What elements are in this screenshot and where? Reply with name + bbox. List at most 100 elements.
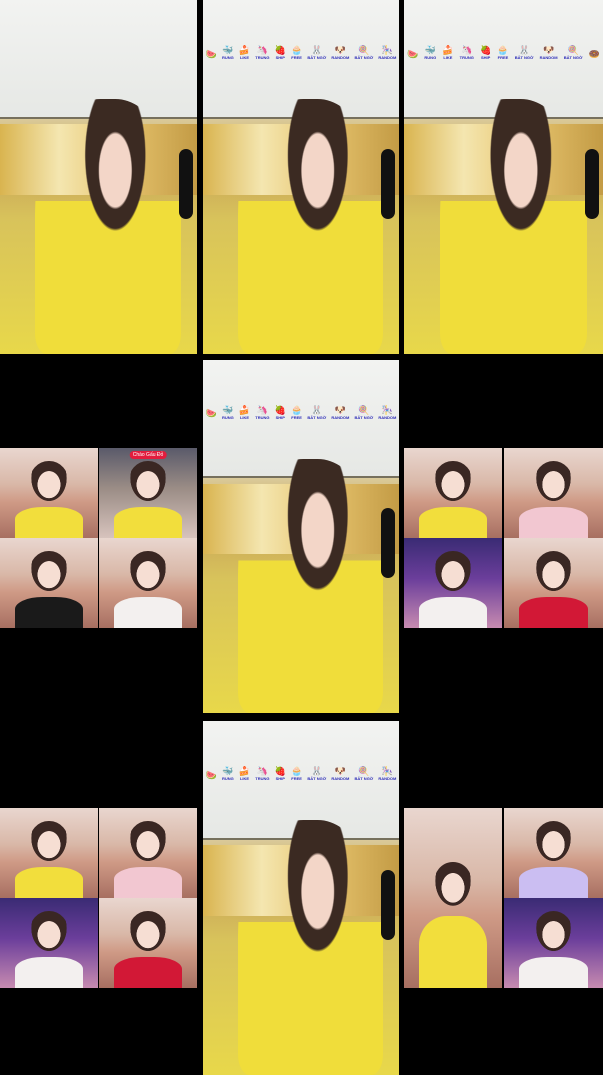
streamer [238, 458, 384, 713]
guest-tile[interactable] [99, 808, 197, 898]
sticker-icon: 🐳 RUNG [424, 45, 437, 61]
guest-tile[interactable] [404, 538, 502, 628]
guest-body [418, 507, 488, 538]
guest-tile[interactable]: Chào Gấu Đỏ [99, 448, 197, 538]
stream-background [0, 0, 197, 354]
guest-body [113, 867, 183, 898]
sticker-icon: 🐶 RANDOM [539, 45, 558, 61]
multi-guest-grid-left-bottom[interactable] [0, 808, 197, 988]
guest-face [29, 550, 69, 594]
sticker-icon: 🍭 BẤT NGỜ [563, 45, 583, 61]
stream-tile-3[interactable]: 🍉 🐳 RUNG 🍰 LIKE 🦄 TRUNG 🍓 SHIP 🧁 FREE 🐰 BẤT NG… [404, 0, 603, 354]
guest-body [14, 957, 84, 988]
multi-guest-grid-right-top[interactable] [404, 448, 603, 628]
guest-face [533, 910, 574, 954]
sticker-icon: 🐰 BẤT NGỜ [307, 45, 327, 61]
sticker-icon: 🐰 BẤT NGỜ [514, 45, 534, 61]
guest-body [418, 597, 488, 628]
sticker-icon: 🧁 FREE [497, 45, 509, 61]
guest-tile[interactable] [99, 538, 197, 628]
sticker-icon: 🍉 [205, 769, 217, 780]
sticker-row: 🍉 🐳 RUNG 🍰 LIKE 🦄 TRUNG 🍓 SHIP 🧁 FREE 🐰 BẤT NG… [404, 46, 603, 62]
guest-body [518, 867, 589, 898]
sticker-icon: 🐳 RUNG [221, 404, 234, 420]
stream-tile-1[interactable] [0, 0, 197, 354]
streamer [238, 820, 384, 1075]
guest-face [433, 460, 473, 504]
microphone [585, 148, 600, 219]
stream-tile-center-mid[interactable]: 🍉 🐳 RUNG 🍰 LIKE 🦄 TRUNG 🍓 SHIP 🧁 FREE 🐰 BẤT NG… [203, 360, 399, 713]
sticker-icon: 🍩 [588, 48, 600, 59]
guest-tile[interactable] [0, 808, 98, 898]
guest-tile[interactable] [504, 448, 603, 538]
guest-face [433, 862, 473, 909]
microphone [381, 148, 396, 219]
guest-tile[interactable] [0, 538, 98, 628]
stream-tile-2[interactable]: 🍉 🐳 RUNG 🍰 LIKE 🦄 TRUNG 🍓 SHIP 🧁 FREE 🐰 BẤT NG… [203, 0, 399, 354]
microphone [381, 869, 396, 940]
sticker-icon: 🧁 FREE [291, 45, 303, 61]
sticker-icon: 🍰 LIKE [238, 45, 251, 61]
sticker-icon: 🐶 RANDOM [331, 766, 350, 782]
guest-face [29, 460, 69, 504]
sticker-icon: 🧁 FREE [291, 404, 303, 420]
stream-tile-center-bottom[interactable]: 🍉 🐳 RUNG 🍰 LIKE 🦄 TRUNG 🍓 SHIP 🧁 FREE 🐰 BẤT NG… [203, 721, 399, 1075]
guest-badge: Chào Gấu Đỏ [129, 451, 167, 459]
guest-face [128, 910, 168, 954]
guest-body [14, 507, 84, 538]
guest-body [518, 957, 589, 988]
sticker-icon: 🍓 SHIP [480, 45, 492, 61]
sticker-icon: 🍓 SHIP [274, 766, 286, 782]
sticker-icon: 🍉 [205, 408, 217, 419]
guest-body [14, 867, 84, 898]
streamer [238, 99, 384, 354]
sticker-icon: 🍰 LIKE [238, 766, 251, 782]
guest-face [128, 820, 168, 864]
stream-background: 🍉 🐳 RUNG 🍰 LIKE 🦄 TRUNG 🍓 SHIP 🧁 FREE 🐰 BẤT NG… [203, 0, 399, 354]
stream-background: 🍉 🐳 RUNG 🍰 LIKE 🦄 TRUNG 🍓 SHIP 🧁 FREE 🐰 BẤT NG… [404, 0, 603, 354]
sticker-icon: 🍭 BẤT NGỜ [354, 766, 374, 782]
sticker-icon: 🍓 SHIP [274, 45, 286, 61]
guest-tile[interactable] [504, 538, 603, 628]
guest-tile[interactable] [504, 898, 603, 988]
guest-body [113, 597, 183, 628]
sticker-icon: 🍭 BẤT NGỜ [354, 404, 374, 420]
sticker-icon: 🎠 RANDOM [378, 766, 397, 782]
guest-face [128, 460, 168, 504]
sticker-icon: 🍰 LIKE [238, 404, 251, 420]
guest-body [113, 957, 183, 988]
sticker-icon: 🐳 RUNG [221, 45, 234, 61]
sticker-row: 🍉 🐳 RUNG 🍰 LIKE 🦄 TRUNG 🍓 SHIP 🧁 FREE 🐰 BẤT NG… [203, 404, 399, 422]
guest-tile[interactable] [0, 448, 98, 538]
guest-body [418, 916, 488, 988]
guest-body [518, 597, 589, 628]
sticker-icon: 🧁 FREE [291, 766, 303, 782]
sticker-icon: 🍉 [205, 48, 217, 59]
guest-tile[interactable] [0, 898, 98, 988]
sticker-icon: 🍉 [407, 48, 419, 59]
sticker-icon: 🐰 BẤT NGỜ [307, 404, 327, 420]
multi-guest-grid-left-top[interactable]: Chào Gấu Đỏ [0, 448, 197, 628]
multi-guest-grid-right-bottom[interactable] [404, 808, 603, 988]
guest-face [128, 550, 168, 594]
guest-body [518, 507, 589, 538]
sticker-icon: 🎠 RANDOM [378, 45, 397, 61]
sticker-icon: 🐰 BẤT NGỜ [307, 766, 327, 782]
guest-tile[interactable] [404, 448, 502, 538]
guest-face [533, 460, 574, 504]
guest-tile[interactable] [504, 808, 603, 898]
sticker-icon: 🍭 BẤT NGỜ [354, 45, 374, 61]
guest-tile[interactable] [404, 808, 502, 988]
sticker-icon: 🐶 RANDOM [331, 404, 350, 420]
sticker-icon: 🦄 TRUNG [255, 45, 270, 61]
sticker-icon: 🍰 LIKE [442, 45, 454, 61]
guest-face [533, 550, 574, 594]
guest-face [433, 550, 473, 594]
stream-background: 🍉 🐳 RUNG 🍰 LIKE 🦄 TRUNG 🍓 SHIP 🧁 FREE 🐰 BẤT NG… [203, 721, 399, 1075]
guest-tile[interactable] [99, 898, 197, 988]
sticker-icon: 🐳 RUNG [221, 766, 234, 782]
microphone [381, 508, 396, 579]
guest-face [29, 910, 69, 954]
sticker-row: 🍉 🐳 RUNG 🍰 LIKE 🦄 TRUNG 🍓 SHIP 🧁 FREE 🐰 BẤT NG… [203, 767, 399, 783]
sticker-icon: 🎠 RANDOM [378, 404, 397, 420]
